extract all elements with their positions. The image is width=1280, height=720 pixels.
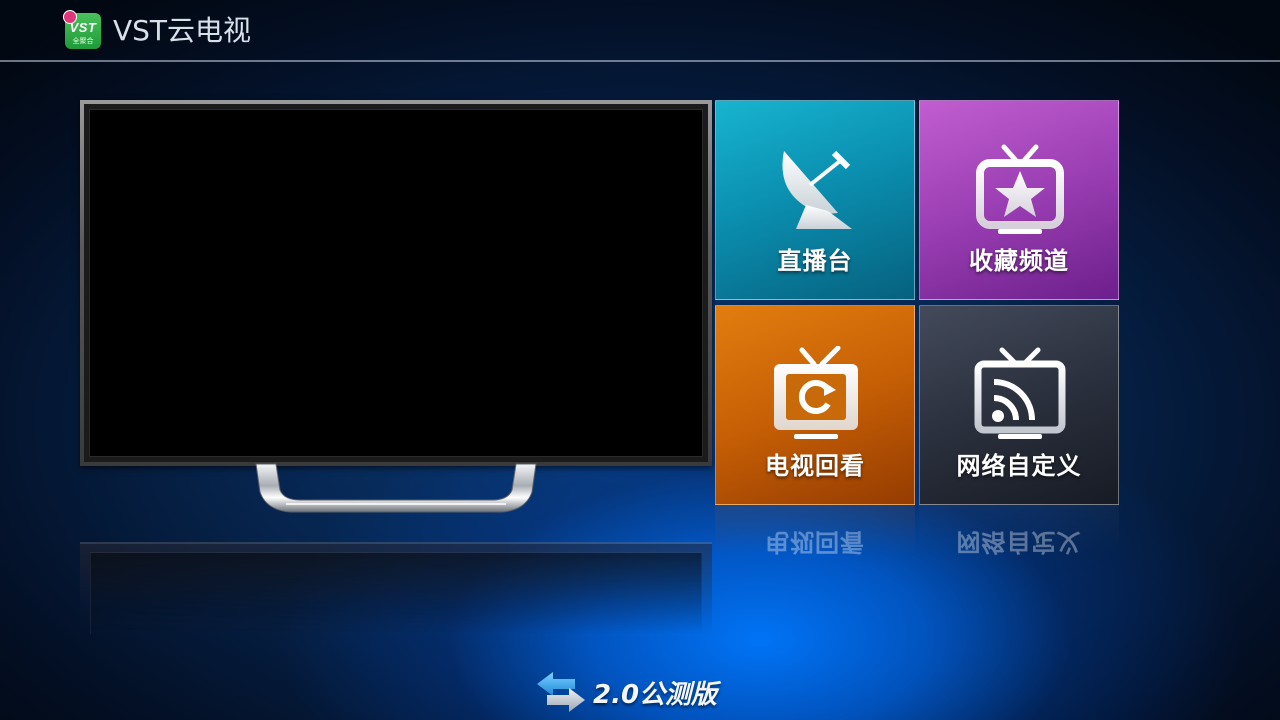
tile-favorites[interactable]: 收藏频道 [919, 100, 1119, 300]
tile-live[interactable]: 直播台 [715, 100, 915, 300]
tv-screen[interactable] [89, 109, 703, 457]
beta-label: 2.0公测版 [593, 680, 718, 710]
tv-star-icon [976, 144, 1064, 234]
logo-text: VST [69, 20, 97, 35]
tile-playback-reflection-label: 电视回看 [765, 528, 865, 555]
swap-arrows-icon [537, 672, 585, 712]
tile-playback-label: 电视回看 [765, 452, 865, 480]
tv-bezel [84, 104, 708, 462]
tile-network[interactable]: 网络自定义 [919, 305, 1119, 505]
tv-preview[interactable] [80, 100, 712, 466]
logo-subtext: 全聚合 [72, 37, 94, 45]
tv-reflection [80, 542, 712, 634]
beta-badge: 2.0公测版 [535, 668, 755, 716]
tile-live-label: 直播台 [777, 247, 853, 275]
tile-network-reflection-label: 网络自定义 [956, 528, 1082, 555]
tv-reflection-inner [90, 552, 702, 634]
tile-favorites-label: 收藏频道 [969, 247, 1069, 275]
tile-playback-reflection: 电视回看 [715, 505, 915, 555]
tile-playback[interactable]: 电视回看 [715, 305, 915, 505]
app-title: VST云电视 [113, 14, 252, 47]
tile-network-label: 网络自定义 [956, 452, 1082, 480]
tv-replay-icon [774, 346, 858, 439]
top-bar: VST 全聚合 VST云电视 [0, 0, 1280, 62]
satellite-dish-icon [782, 150, 852, 229]
tv-stand [255, 463, 537, 513]
tv-broadcast-icon [974, 347, 1066, 439]
app-logo: VST 全聚合 [63, 10, 101, 49]
tile-network-reflection: 网络自定义 [919, 505, 1119, 555]
